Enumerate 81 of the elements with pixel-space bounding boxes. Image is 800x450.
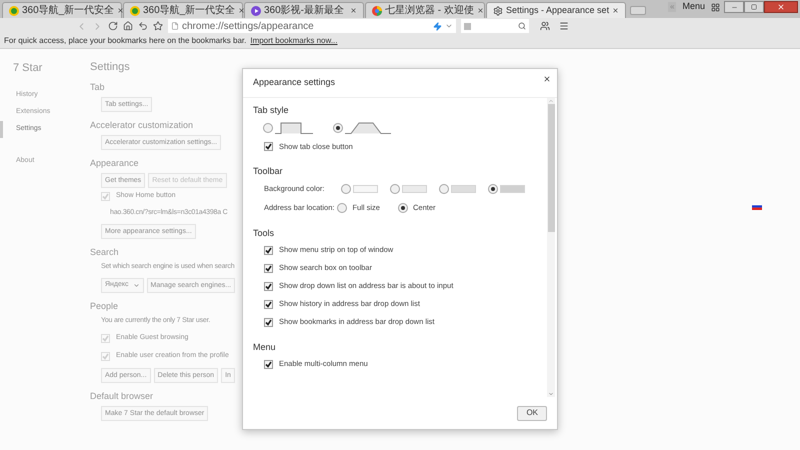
color-swatch[interactable]	[353, 184, 378, 192]
section-heading: Tab style	[253, 104, 290, 117]
brand-title: 7 Star	[13, 61, 42, 76]
radio-button[interactable]	[390, 184, 400, 194]
reload-icon[interactable]	[108, 21, 118, 31]
caret-icon	[132, 282, 140, 288]
lightning-icon[interactable]	[433, 22, 442, 30]
color-swatch[interactable]	[402, 184, 427, 192]
section-heading: Default browser	[90, 390, 154, 402]
dialog-title: Appearance settings	[253, 76, 336, 90]
close-icon[interactable]	[543, 75, 551, 83]
sloped-tab-icon	[345, 122, 391, 134]
close-icon	[777, 3, 785, 11]
flag-icon	[752, 203, 762, 210]
section-heading: Toolbar	[253, 165, 284, 178]
checkbox[interactable]	[264, 318, 273, 326]
scrollbar-thumb[interactable]	[548, 104, 554, 232]
browser-tab[interactable]: 360导航_新一代安全	[2, 2, 122, 18]
checkbox[interactable]	[264, 360, 273, 368]
close-window-button[interactable]	[764, 1, 798, 13]
section-heading: Menu	[253, 341, 277, 354]
radio-button[interactable]	[263, 123, 273, 133]
checkbox[interactable]	[264, 300, 273, 308]
caret-icon[interactable]	[445, 22, 453, 30]
section-heading: Appearance	[90, 156, 139, 170]
menu-icon[interactable]	[559, 21, 569, 31]
collapse-button[interactable]: «	[668, 2, 676, 12]
people-icon[interactable]	[540, 21, 550, 31]
address-bar[interactable]: chrome://settings/appearance	[168, 19, 456, 33]
section-heading: Tools	[253, 227, 276, 240]
section-heading: Search	[90, 246, 119, 258]
close-icon[interactable]	[350, 7, 357, 14]
checkbox[interactable]	[264, 282, 273, 290]
tab-title: 360导航_新一代安全	[143, 6, 236, 16]
close-icon[interactable]	[612, 7, 620, 14]
menu-button[interactable]: Menu	[680, 0, 707, 14]
checkbox[interactable]	[264, 264, 273, 272]
browser-tab[interactable]: 360影视-最新最全	[244, 2, 364, 18]
globe-icon	[130, 6, 140, 16]
search-field[interactable]	[461, 19, 529, 33]
home-icon[interactable]	[123, 21, 133, 31]
orb-icon	[372, 6, 382, 16]
page-title: Settings	[90, 60, 130, 75]
radio-button[interactable]	[337, 202, 348, 212]
color-swatch[interactable]	[451, 184, 476, 192]
browser-tab[interactable]: Settings - Appearance set	[486, 2, 626, 18]
browser-tab[interactable]: 七星浏览器 - 欢迎使	[365, 2, 485, 18]
star-icon[interactable]	[153, 21, 163, 31]
radio-button[interactable]	[341, 184, 351, 194]
section-heading: Tab	[90, 80, 105, 94]
maximize-button[interactable]	[744, 1, 764, 13]
bookmarks-message: For quick access, place your bookmarks here on the bookmarks bar.	[4, 35, 246, 47]
section-heading: People	[90, 300, 118, 313]
tab-title: Settings - Appearance set	[506, 6, 610, 15]
close-icon[interactable]	[476, 7, 484, 14]
tab-title: 360导航_新一代安全	[22, 6, 114, 16]
page-icon	[171, 22, 179, 30]
scrollbar[interactable]	[547, 98, 555, 397]
checkbox[interactable]	[264, 142, 273, 151]
square-tab-icon	[275, 122, 313, 134]
radio-button[interactable]	[333, 123, 343, 133]
search-icon[interactable]	[518, 22, 526, 30]
close-icon[interactable]	[238, 7, 246, 14]
color-swatch[interactable]	[500, 184, 525, 192]
undo-icon[interactable]	[138, 21, 148, 31]
ok-button[interactable]: OK	[517, 406, 547, 420]
play-icon	[251, 6, 261, 16]
tab-title: 七星浏览器 - 欢迎使	[385, 6, 474, 16]
radio-button[interactable]	[488, 184, 498, 194]
globe-icon	[9, 6, 19, 16]
grid-icon[interactable]	[711, 2, 720, 12]
radio-button[interactable]	[398, 202, 408, 212]
maximize-icon	[751, 4, 757, 10]
import-bookmarks-link[interactable]: Import bookmarks now...	[250, 35, 338, 47]
close-icon[interactable]	[117, 7, 124, 14]
radio-button[interactable]	[439, 184, 449, 194]
checkbox[interactable]	[264, 246, 273, 254]
gear-icon	[493, 6, 503, 16]
browser-tab[interactable]: 360导航_新一代安全	[123, 2, 243, 18]
tab-title: 360影视-最新最全	[264, 6, 346, 16]
section-heading: Accelerator customization	[90, 118, 194, 132]
